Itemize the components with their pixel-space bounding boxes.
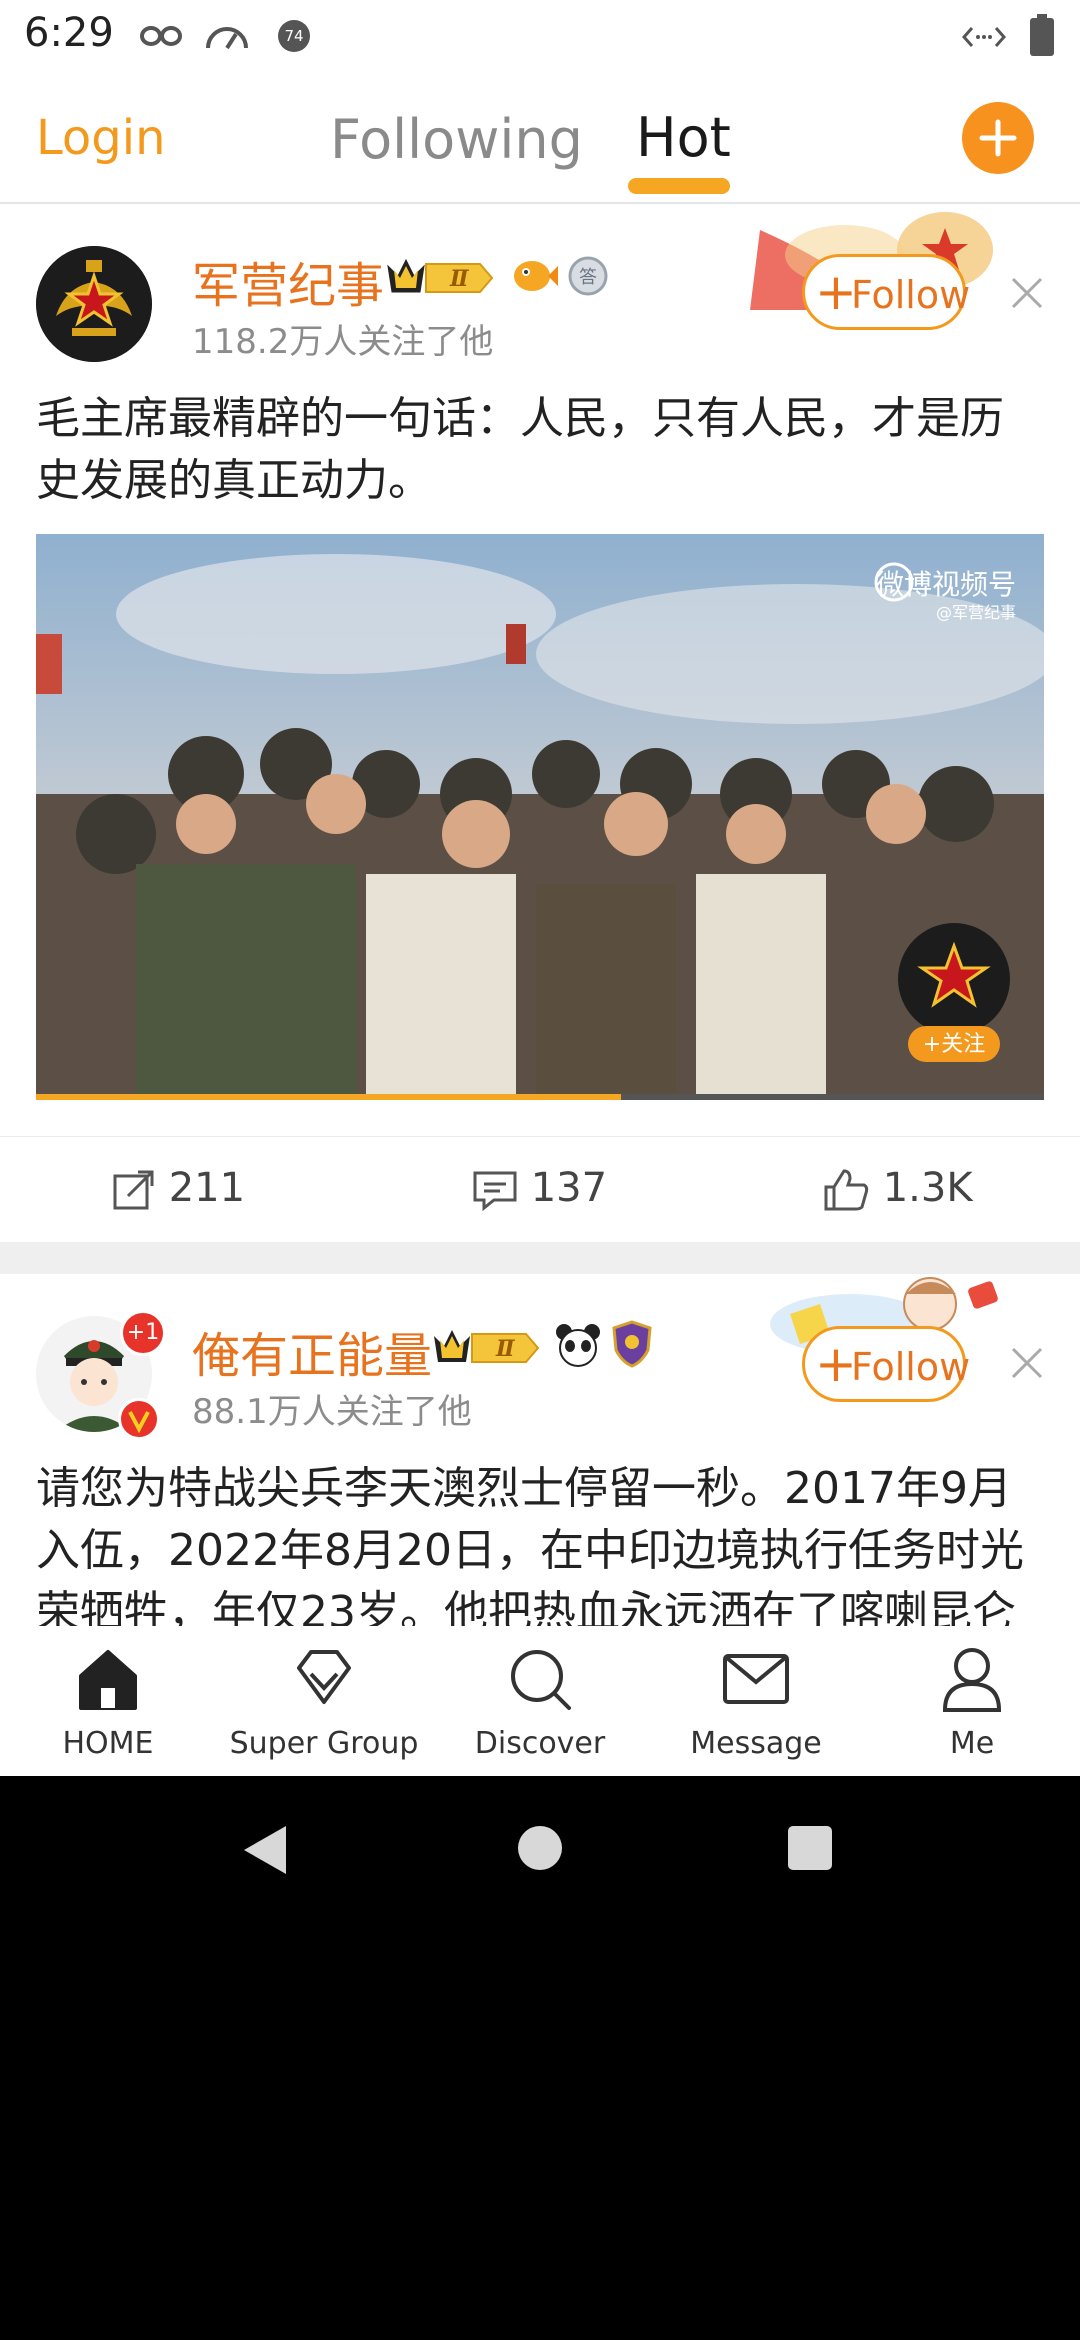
- share-icon: [113, 1170, 154, 1210]
- nav-super-group[interactable]: Super Group: [216, 1626, 432, 1776]
- avatar[interactable]: [36, 246, 152, 362]
- data-transfer-icon: [962, 27, 1006, 47]
- post-actions: 211 137 1.3K: [0, 1136, 1080, 1245]
- nav-label: Discover: [474, 1726, 606, 1761]
- close-icon[interactable]: [1010, 1346, 1044, 1380]
- post-text[interactable]: 请您为特战尖兵李天澳烈士停留一秒。2017年9月入伍，2022年8月20日，在中…: [36, 1458, 1036, 1626]
- video-follow-chip: +关注: [923, 1032, 985, 1057]
- nav-me[interactable]: Me: [864, 1626, 1080, 1776]
- level-badge: Ⅱ: [430, 1324, 542, 1368]
- medal-icon: 答: [568, 256, 608, 296]
- level-badge-text: Ⅱ: [495, 1336, 516, 1362]
- home-icon: [79, 1650, 137, 1710]
- tab-following[interactable]: Following: [330, 108, 583, 171]
- search-icon: [511, 1650, 571, 1710]
- comment-icon: [473, 1171, 517, 1212]
- crown-badge-icon: Ⅱ: [387, 258, 494, 293]
- login-link[interactable]: Login: [36, 110, 166, 166]
- back-icon[interactable]: [240, 1822, 290, 1878]
- level-badge-text: Ⅱ: [449, 266, 470, 292]
- panda-icon: [556, 1324, 600, 1367]
- envelope-icon: [723, 1654, 789, 1704]
- crown-badge-icon: Ⅱ: [434, 1330, 540, 1363]
- app-screen: 6:29 74 Login Following Hot 军营纪事 Ⅱ 答 118…: [0, 0, 1080, 1776]
- recents-icon[interactable]: [786, 1824, 834, 1872]
- system-nav-bar: [0, 1776, 1080, 1926]
- username[interactable]: 军营纪事: [192, 246, 384, 316]
- feed: 军营纪事 Ⅱ 答 118.2万人关注了他 + Follow 毛主席最精辟的一句话…: [0, 204, 1080, 1626]
- post-text[interactable]: 毛主席最精辟的一句话：人民，只有人民，才是历史发展的真正动力。: [36, 388, 1036, 512]
- tab-hot[interactable]: Hot: [636, 106, 731, 169]
- repost-button[interactable]: 211: [112, 1165, 245, 1212]
- follower-count: 118.2万人关注了他: [192, 322, 494, 362]
- follower-count: 88.1万人关注了他: [192, 1392, 472, 1432]
- home-circle-icon[interactable]: [516, 1824, 564, 1872]
- nav-label: Message: [690, 1726, 822, 1761]
- fish-icon: [514, 261, 558, 291]
- top-nav: Login Following Hot: [0, 72, 1080, 204]
- username[interactable]: 俺有正能量: [192, 1316, 432, 1386]
- close-icon[interactable]: [1010, 276, 1044, 310]
- follow-button[interactable]: + Follow: [802, 254, 970, 330]
- post-card[interactable]: 军营纪事 Ⅱ 答 118.2万人关注了他 + Follow 毛主席最精辟的一句话…: [0, 204, 1080, 1242]
- battery-icon: [1030, 14, 1054, 56]
- watermark-sub: @军营纪事: [936, 603, 1016, 622]
- video-progress-fill: [36, 1094, 621, 1100]
- post-card[interactable]: +1 俺有正能量 Ⅱ 88.1万人关注了他 + Follow 请您为特战尖兵李天…: [0, 1274, 1080, 1626]
- verified-v-icon: [118, 1398, 160, 1440]
- follow-button[interactable]: + Follow: [802, 1326, 970, 1402]
- nav-label: Super Group: [229, 1726, 419, 1761]
- status-time: 6:29: [24, 10, 114, 56]
- post-divider: [0, 1242, 1080, 1274]
- incognito-icon: [140, 26, 182, 46]
- like-button[interactable]: 1.3K: [822, 1165, 973, 1213]
- user-icon: [942, 1648, 1002, 1712]
- shield-badge-icon: [612, 1320, 652, 1368]
- status-bar: 6:29 74: [0, 0, 1080, 72]
- level-badge: Ⅱ: [384, 254, 496, 298]
- nav-label: HOME: [62, 1726, 154, 1761]
- avatar-badge: +1: [120, 1310, 166, 1356]
- notification-count-icon: 74: [278, 20, 310, 52]
- video-player[interactable]: 微博视频号 @军营纪事 +关注: [36, 534, 1044, 1100]
- video-thumbnail: 微博视频号 @军营纪事 +关注: [36, 534, 1044, 1100]
- speedometer-icon: [206, 27, 248, 50]
- diamond-icon: [297, 1650, 351, 1704]
- nav-discover[interactable]: Discover: [432, 1626, 648, 1776]
- active-tab-indicator: [628, 178, 730, 194]
- nav-message[interactable]: Message: [648, 1626, 864, 1776]
- army-emblem-icon: [36, 246, 152, 362]
- video-progress-bar[interactable]: [36, 1094, 1044, 1100]
- plus-icon: [979, 119, 1017, 157]
- nav-home[interactable]: HOME: [0, 1626, 216, 1776]
- watermark: 微博视频号: [876, 568, 1016, 601]
- nav-label: Me: [949, 1726, 995, 1761]
- thumbs-up-icon: [824, 1169, 869, 1211]
- comment-button[interactable]: 137: [472, 1165, 607, 1212]
- compose-button[interactable]: [962, 102, 1034, 174]
- bottom-nav: HOME Super Group Discover Message Me: [0, 1626, 1080, 1776]
- svg-text:答: 答: [579, 267, 597, 288]
